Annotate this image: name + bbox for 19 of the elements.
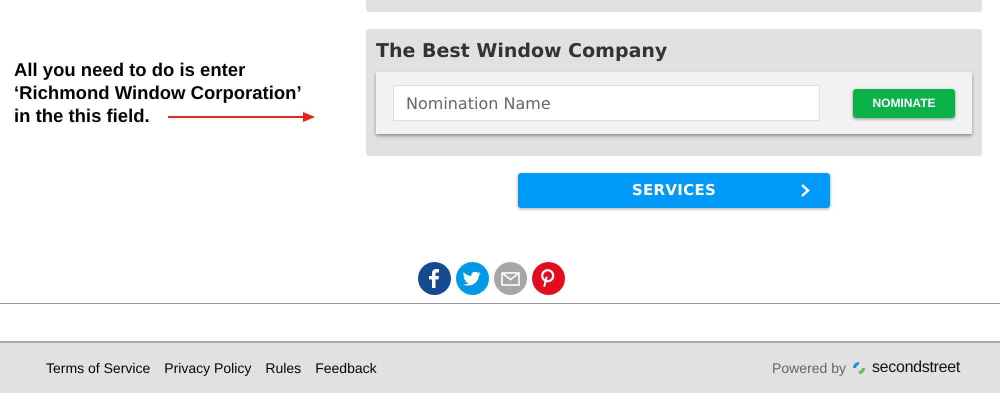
powered-by-text: Powered by	[772, 358, 846, 378]
footer-link[interactable]: Rules	[265, 358, 302, 378]
share-button[interactable]	[532, 262, 564, 295]
category-title: The Best Window Company	[376, 39, 668, 63]
footer-link[interactable]: Privacy Policy	[164, 358, 252, 378]
annotation-text: in the this field.	[14, 104, 150, 127]
annotation-text: All you need to do is enter	[14, 58, 246, 81]
chevron-right-icon	[800, 184, 810, 197]
logo-icon	[852, 361, 866, 375]
footer-link[interactable]: Feedback	[315, 358, 377, 378]
pin-icon	[541, 269, 555, 288]
bird-icon	[463, 271, 481, 286]
footer-link[interactable]: Terms of Service	[46, 358, 150, 378]
nomination-field[interactable]: Nomination Name	[393, 85, 820, 121]
email-icon	[500, 272, 520, 286]
brand-name: secondstreet	[872, 358, 960, 378]
annotation-text: ‘Richmond Window Corporation’	[14, 81, 302, 104]
facebook-icon	[429, 268, 439, 288]
share-button[interactable]	[418, 262, 450, 295]
